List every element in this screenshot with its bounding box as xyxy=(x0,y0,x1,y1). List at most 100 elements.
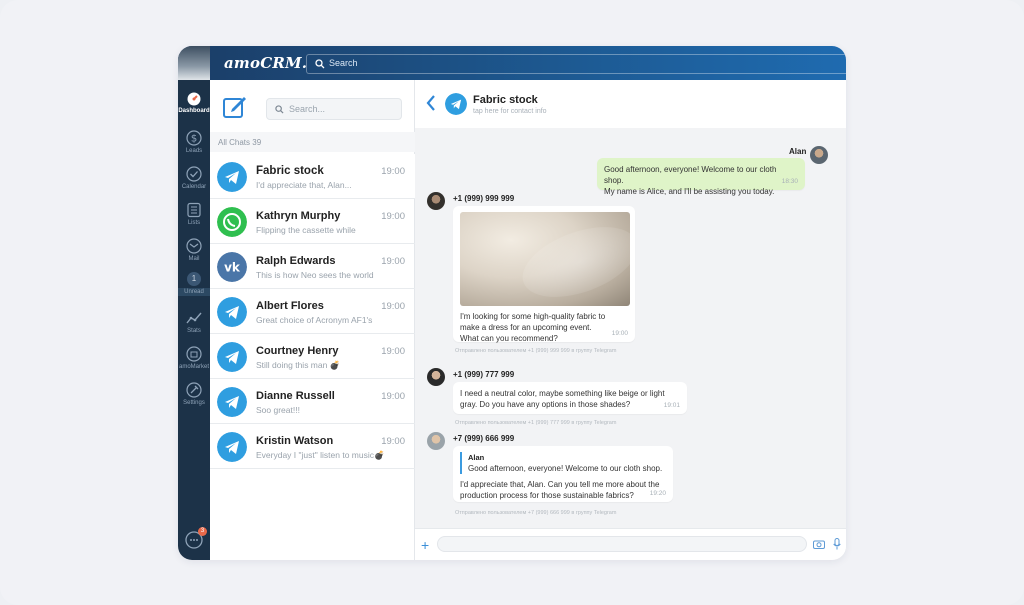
back-chevron-icon[interactable] xyxy=(425,94,437,112)
global-search-input[interactable]: Search xyxy=(306,54,846,74)
conversation-subtitle: tap here for contact info xyxy=(473,108,547,115)
message-time: 19:00 xyxy=(611,330,628,337)
nav-unread[interactable]: 1 Unread xyxy=(178,272,210,296)
fabric-photo[interactable] xyxy=(460,212,630,306)
chat-time: 19:00 xyxy=(381,436,405,447)
chat-name: Kathryn Murphy xyxy=(256,210,341,222)
mail-icon xyxy=(186,238,202,254)
telegram-icon xyxy=(217,342,247,372)
message-bubble-outgoing: Good afternoon, everyone! Welcome to our… xyxy=(597,158,805,196)
nav-label: Stats xyxy=(187,328,201,334)
nav-label: Unread xyxy=(178,288,210,296)
message-input-bar: + xyxy=(415,528,846,560)
nav-label: Dashboard xyxy=(178,108,210,114)
chats-button[interactable]: 3 xyxy=(184,527,207,550)
chat-time: 19:00 xyxy=(381,166,405,177)
all-chats-header: All Chats 39 xyxy=(210,132,415,152)
nav-stats[interactable]: Stats xyxy=(178,310,210,334)
chat-preview: This is how Neo sees the world xyxy=(256,270,374,280)
chat-item[interactable]: Kathryn Murphy Flipping the cassette whi… xyxy=(210,199,415,244)
camera-icon[interactable] xyxy=(813,539,825,549)
search-icon xyxy=(275,105,284,114)
amocrm-window: amoCRM. Search Dashboard $ Leads Calenda… xyxy=(178,46,846,560)
chat-item[interactable]: Dianne Russell Soo great!!! 19:00 xyxy=(210,379,415,424)
telegram-icon xyxy=(217,297,247,327)
check-icon xyxy=(186,166,202,182)
chat-time: 19:00 xyxy=(381,256,405,267)
chat-name: Albert Flores xyxy=(256,300,324,312)
chat-item[interactable]: Kristin Watson Everyday I "just" listen … xyxy=(210,424,415,469)
whatsapp-icon xyxy=(217,207,247,237)
top-bar: amoCRM. Search xyxy=(178,46,846,80)
avatar xyxy=(427,192,445,210)
chat-item[interactable]: Courtney Henry Still doing this man 💣 19… xyxy=(210,334,415,379)
message-text: I need a neutral color, maybe something … xyxy=(460,389,665,398)
nav-settings[interactable]: Settings xyxy=(178,382,210,406)
sent-note: Отправлено пользователем +7 (999) 666 99… xyxy=(455,510,617,516)
chat-item[interactable]: Fabric stock I'd appreciate that, Alan..… xyxy=(210,154,415,199)
message-bubble: I need a neutral color, maybe something … xyxy=(453,382,687,414)
chat-item[interactable]: vk Ralph Edwards This is how Neo sees th… xyxy=(210,244,415,289)
telegram-icon xyxy=(445,93,467,115)
message-author: Alan xyxy=(789,147,807,156)
stats-icon xyxy=(186,312,202,324)
avatar xyxy=(427,432,445,450)
chat-preview: Still doing this man 💣 xyxy=(256,360,341,370)
message-text: production process for those sustainable… xyxy=(460,491,634,500)
sent-note: Отправлено пользователем +1 (999) 777 99… xyxy=(455,420,617,426)
chat-name: Kristin Watson xyxy=(256,435,334,447)
nav-amomarket[interactable]: amoMarket xyxy=(178,346,210,370)
nav-leads[interactable]: $ Leads xyxy=(178,130,210,154)
message-text: gray. Do you have any options in those s… xyxy=(460,400,631,409)
chat-time: 19:00 xyxy=(381,346,405,357)
chat-name: Courtney Henry xyxy=(256,345,339,357)
nav-calendar[interactable]: Calendar xyxy=(178,166,210,190)
telegram-icon xyxy=(217,162,247,192)
message-author: +1 (999) 999 999 xyxy=(453,194,515,203)
message-input[interactable] xyxy=(437,536,807,552)
attach-plus-icon[interactable]: + xyxy=(421,537,429,553)
message-author: +1 (999) 777 999 xyxy=(453,370,515,379)
nav-label: Settings xyxy=(183,400,205,406)
chat-name: Fabric stock xyxy=(256,165,324,177)
list-icon xyxy=(187,202,201,218)
telegram-icon xyxy=(217,387,247,417)
market-icon xyxy=(186,346,202,362)
chat-name: Ralph Edwards xyxy=(256,255,336,267)
quoted-message[interactable]: Alan Good afternoon, everyone! Welcome t… xyxy=(460,452,666,474)
page-background: amoCRM. Search Dashboard $ Leads Calenda… xyxy=(0,0,1024,605)
message-text: I'd appreciate that, Alan. Can you tell … xyxy=(460,480,660,489)
chat-item[interactable]: Albert Flores Great choice of Acronym AF… xyxy=(210,289,415,334)
conversation-header[interactable]: Fabric stock tap here for contact info xyxy=(415,80,846,128)
nav-lists[interactable]: Lists xyxy=(178,202,210,226)
message-author: +7 (999) 666 999 xyxy=(453,434,515,443)
chat-search-input[interactable]: Search... xyxy=(266,98,402,120)
nav-dashboard[interactable]: Dashboard xyxy=(178,92,210,114)
telegram-icon xyxy=(217,432,247,462)
unread-count: 1 xyxy=(187,272,201,286)
message-text: make a dress for an upcoming event. xyxy=(460,323,592,332)
nav-label: Lists xyxy=(187,220,201,226)
svg-text:$: $ xyxy=(191,134,197,145)
nav-label: amoMarket xyxy=(178,364,209,370)
chat-preview: Soo great!!! xyxy=(256,405,300,415)
chat-name: Dianne Russell xyxy=(256,390,335,402)
chat-preview: Great choice of Acronym AF1's xyxy=(256,315,373,325)
avatar xyxy=(810,146,828,164)
nav-mail[interactable]: Mail xyxy=(178,238,210,262)
all-chats-label: All Chats xyxy=(218,138,251,147)
compose-icon[interactable] xyxy=(222,94,248,120)
all-chats-count: 39 xyxy=(252,138,262,147)
left-nav-rail: Dashboard $ Leads Calendar Lists Mail 1 … xyxy=(178,80,210,560)
message-text: Good afternoon, everyone! Welcome to our… xyxy=(604,165,777,185)
sent-note: Отправлено пользователем +1 (999) 999 99… xyxy=(455,348,617,354)
microphone-icon[interactable] xyxy=(833,538,841,550)
chat-preview: Everyday I "just" listen to music💣 xyxy=(256,450,385,460)
chat-time: 19:00 xyxy=(381,391,405,402)
avatar xyxy=(427,368,445,386)
app-logo: amoCRM. xyxy=(224,54,308,72)
message-time: 18:30 xyxy=(781,178,798,185)
chat-search-placeholder: Search... xyxy=(289,104,326,114)
vk-icon: vk xyxy=(217,252,247,282)
account-photo[interactable] xyxy=(178,46,210,80)
